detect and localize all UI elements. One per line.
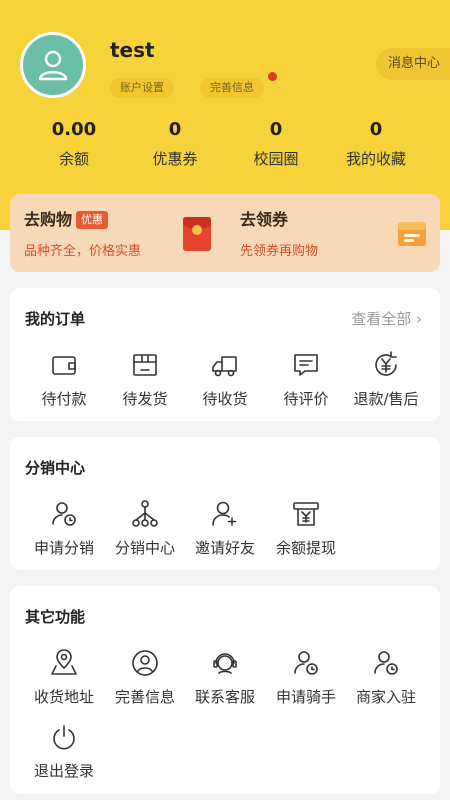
account-settings-button[interactable]: 账户设置 [110, 78, 174, 98]
power-icon [53, 725, 75, 750]
stat-value: 0 [369, 119, 383, 140]
promo-banner: 去购物 优惠 品种齐全，价格实惠 去领券 先领券再购物 [10, 194, 440, 272]
network-icon [132, 500, 158, 527]
others-label: 收货地址 [33, 688, 94, 706]
stat-balance[interactable]: 0.00 余额 [24, 118, 124, 169]
stat-coupons[interactable]: 0 优惠券 [125, 118, 225, 169]
user-icon [38, 50, 68, 81]
distribution-label: 分销中心 [114, 539, 175, 557]
others-label: 商家入驻 [355, 688, 416, 706]
apply-rider[interactable]: 申请骑手 [266, 648, 346, 707]
complete-info-button[interactable]: 完善信息 [200, 78, 264, 98]
distribution-label: 申请分销 [33, 539, 94, 557]
complete-info[interactable]: 完善信息 [105, 648, 185, 707]
discount-badge: 优惠 [76, 211, 109, 229]
stat-campus-circle[interactable]: 0 校园圈 [226, 118, 326, 169]
shop-title: 去购物 [24, 210, 73, 229]
notification-dot [268, 72, 277, 81]
user-clock-icon [52, 502, 76, 526]
distribution-label: 余额提现 [275, 539, 336, 557]
truck-icon [212, 356, 237, 377]
go-shopping-card[interactable]: 去购物 优惠 品种齐全，价格实惠 [24, 206, 141, 259]
avatar[interactable] [20, 32, 86, 98]
distribution-card: 分销中心 申请分销 分销中心 邀请好友 余额提现 [10, 437, 440, 570]
stats-row: 0.00 余额 0 优惠券 0 校园圈 0 我的收藏 [0, 118, 450, 178]
balance-withdraw[interactable]: 余额提现 [266, 499, 346, 558]
invite-friends[interactable]: 邀请好友 [185, 499, 265, 558]
view-all-orders-link[interactable]: 查看全部 › [351, 308, 422, 329]
user-circle-icon [132, 650, 158, 676]
others-label: 申请骑手 [275, 688, 336, 706]
distribution-center[interactable]: 分销中心 [105, 499, 185, 558]
coupon-title: 去领券 [240, 210, 289, 229]
wallet-icon [52, 356, 76, 375]
stat-label: 余额 [58, 150, 89, 168]
order-label: 待付款 [41, 390, 87, 408]
order-pending-receipt[interactable]: 待收货 [185, 350, 265, 409]
orders-title: 我的订单 [25, 310, 86, 328]
order-pending-review[interactable]: 待评价 [266, 350, 346, 409]
username: test [110, 38, 155, 62]
order-label: 待发货 [122, 390, 168, 408]
order-label: 退款/售后 [353, 390, 419, 408]
merchant-join[interactable]: 商家入驻 [346, 648, 426, 707]
user-plus-icon [212, 501, 237, 526]
rider-icon [294, 651, 318, 675]
logout[interactable]: 退出登录 [24, 722, 104, 781]
merchant-icon [374, 651, 398, 675]
coupon-subtitle: 先领券再购物 [240, 244, 319, 259]
order-refund-aftersale[interactable]: 退款/售后 [346, 350, 426, 409]
other-functions-card: 其它功能 收货地址 完善信息 联系客服 申请骑手 商家入驻 退出登录 [10, 586, 440, 794]
shipping-address[interactable]: 收货地址 [24, 648, 104, 707]
apply-distribution[interactable]: 申请分销 [24, 499, 104, 558]
stat-value: 0.00 [51, 119, 97, 140]
order-pending-shipment[interactable]: 待发货 [105, 350, 185, 409]
get-coupon-card[interactable]: 去领券 先领券再购物 [240, 206, 318, 259]
stat-favorites[interactable]: 0 我的收藏 [326, 118, 426, 169]
others-label: 联系客服 [194, 688, 255, 706]
stat-label: 校园圈 [253, 150, 299, 168]
distribution-label: 邀请好友 [194, 539, 255, 557]
my-orders-card: 我的订单 查看全部 › 待付款 待发货 待收货 待评价 退款/售后 [10, 288, 440, 421]
shop-subtitle: 品种齐全，价格实惠 [24, 244, 142, 259]
stat-label: 优惠券 [152, 150, 198, 168]
message-center-button[interactable]: 消息中心 [375, 48, 450, 80]
order-label: 待收货 [202, 390, 248, 408]
map-pin-icon [51, 649, 77, 675]
distribution-title: 分销中心 [25, 459, 86, 477]
order-pending-payment[interactable]: 待付款 [24, 350, 104, 409]
order-label: 待评价 [283, 390, 329, 408]
box-icon [133, 354, 157, 376]
coupon-icon [398, 222, 426, 246]
stat-value: 0 [168, 119, 182, 140]
stat-value: 0 [269, 119, 283, 140]
others-label: 退出登录 [33, 762, 94, 780]
contact-service[interactable]: 联系客服 [185, 648, 265, 707]
red-envelope-icon [183, 217, 211, 251]
others-label: 完善信息 [114, 688, 175, 706]
chat-icon [294, 354, 318, 376]
stat-label: 我的收藏 [345, 150, 406, 168]
others-title: 其它功能 [25, 608, 86, 626]
refund-icon [375, 351, 397, 376]
headset-icon [213, 653, 237, 674]
withdraw-icon [293, 502, 319, 526]
